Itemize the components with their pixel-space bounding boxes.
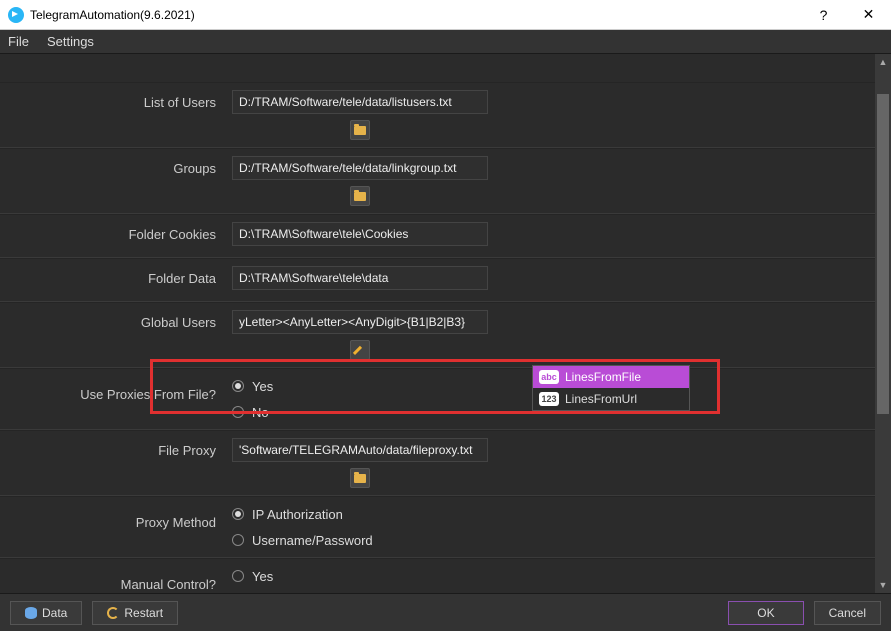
browse-groups[interactable] [350,186,370,206]
abc-badge-icon: abc [539,370,559,384]
radio-dot-icon [232,380,244,392]
menu-settings[interactable]: Settings [47,34,94,49]
folder-icon [354,474,366,483]
dropdown-lines-from-url[interactable]: 123 LinesFromUrl [533,388,689,410]
telegram-icon [8,7,24,23]
content-area: List of Users D:/TRAM/Software/tele/data… [0,54,891,593]
radio-label: No [252,405,269,420]
button-label: Data [42,606,67,620]
radio-proxies-no[interactable]: No [232,402,273,422]
label-global-users: Global Users [0,303,226,330]
radio-user-pass[interactable]: Username/Password [232,530,373,550]
scrollbar-down-icon[interactable]: ▼ [875,577,891,593]
edit-global-users[interactable] [350,340,370,360]
scrollbar[interactable]: ▲ ▼ [875,54,891,593]
radio-dot-icon [232,570,244,582]
folder-icon [354,192,366,201]
label-manual-control: Manual Control? [0,559,226,592]
cancel-button[interactable]: Cancel [814,601,881,625]
file-proxy-dropdown: abc LinesFromFile 123 LinesFromUrl [532,365,690,411]
input-folder-cookies[interactable]: D:\TRAM\Software\tele\Cookies [232,222,488,246]
input-global-users[interactable]: yLetter><AnyLetter><AnyDigit>{B1|B2|B3} [232,310,488,334]
scrollbar-thumb[interactable] [877,94,889,414]
help-button[interactable]: ? [801,0,846,29]
num-badge-icon: 123 [539,392,559,406]
restart-icon [107,607,119,619]
label-groups: Groups [0,149,226,176]
folder-icon [354,126,366,135]
label-file-proxy: File Proxy [0,431,226,458]
data-button[interactable]: Data [10,601,82,625]
dropdown-lines-from-file[interactable]: abc LinesFromFile [533,366,689,388]
button-label: OK [757,606,774,620]
radio-label: Yes [252,379,273,394]
dropdown-label: LinesFromUrl [565,392,637,406]
ok-button[interactable]: OK [728,601,803,625]
label-folder-cookies: Folder Cookies [0,215,226,242]
browse-file-proxy[interactable] [350,468,370,488]
button-label: Restart [124,606,163,620]
browse-list-of-users[interactable] [350,120,370,140]
scrollbar-up-icon[interactable]: ▲ [875,54,891,70]
radio-label: IP Authorization [252,507,343,522]
dropdown-label: LinesFromFile [565,370,641,384]
button-label: Cancel [829,606,866,620]
bottombar: Data Restart OK Cancel [0,593,891,631]
input-folder-data[interactable]: D:\TRAM\Software\tele\data [232,266,488,290]
titlebar: TelegramAutomation(9.6.2021) ? ✕ [0,0,891,30]
input-list-of-users[interactable]: D:/TRAM/Software/tele/data/listusers.txt [232,90,488,114]
menubar: File Settings [0,30,891,54]
input-groups[interactable]: D:/TRAM/Software/tele/data/linkgroup.txt [232,156,488,180]
window-title: TelegramAutomation(9.6.2021) [30,8,801,22]
radio-dot-icon [232,406,244,418]
radio-proxies-yes[interactable]: Yes [232,376,273,396]
menu-file[interactable]: File [8,34,29,49]
radio-manual-yes[interactable]: Yes [232,566,273,586]
radio-label: Yes [252,569,273,584]
restart-button[interactable]: Restart [92,601,178,625]
label-folder-data: Folder Data [0,259,226,286]
database-icon [25,607,37,619]
pencil-icon [354,344,366,356]
radio-ip-auth[interactable]: IP Authorization [232,504,373,524]
label-use-proxies: Use Proxies From File? [0,369,226,402]
label-list-of-users: List of Users [0,83,226,110]
radio-label: Username/Password [252,533,373,548]
radio-dot-icon [232,508,244,520]
input-file-proxy[interactable]: 'Software/TELEGRAMAuto/data/fileproxy.tx… [232,438,488,462]
radio-dot-icon [232,534,244,546]
close-button[interactable]: ✕ [846,0,891,29]
label-proxy-method: Proxy Method [0,497,226,530]
